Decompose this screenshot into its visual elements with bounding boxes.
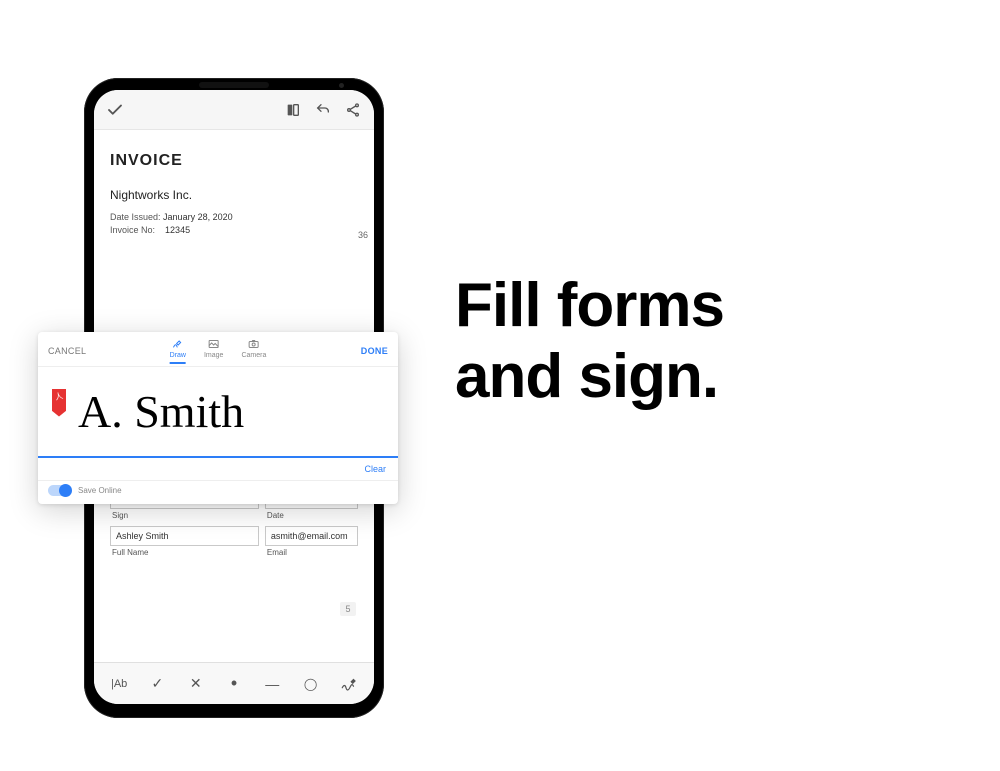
text-tool[interactable]: |Ab: [107, 672, 131, 696]
done-checkmark-icon[interactable]: [104, 99, 126, 121]
headline-line-2: and sign.: [455, 341, 724, 412]
company-name: Nightworks Inc.: [110, 188, 358, 202]
tab-camera[interactable]: Camera: [241, 338, 266, 364]
phone-notch: [199, 82, 269, 88]
share-icon[interactable]: [342, 99, 364, 121]
fullname-label: Full Name: [110, 548, 259, 557]
phone-camera-dot: [339, 83, 344, 88]
invoice-no-value: 12345: [165, 225, 190, 235]
bottom-toolbar: |Ab ✓ ✕ • — ◯: [94, 662, 374, 704]
tab-draw[interactable]: Draw: [170, 338, 186, 364]
date-label: Date: [265, 511, 358, 520]
tab-image[interactable]: Image: [204, 338, 223, 364]
email-field[interactable]: asmith@email.com: [265, 526, 358, 546]
invoice-no-line: Invoice No: 12345: [110, 225, 358, 235]
date-issued-line: Date Issued: January 28, 2020: [110, 212, 358, 222]
headline-line-1: Fill forms: [455, 270, 724, 341]
clear-button[interactable]: Clear: [364, 464, 386, 474]
signature-panel: CANCEL Draw Image Camera DONE 人 A. Smith…: [38, 332, 398, 504]
signature-panel-bar: CANCEL Draw Image Camera DONE: [38, 332, 398, 366]
check-tool[interactable]: ✓: [145, 672, 169, 696]
signature-tabs: Draw Image Camera: [170, 338, 267, 364]
done-button[interactable]: DONE: [361, 346, 388, 356]
page-indicator: 5: [340, 602, 356, 616]
signature-canvas[interactable]: 人 A. Smith: [38, 366, 398, 458]
save-online-toggle[interactable]: [48, 485, 70, 496]
email-label: Email: [265, 548, 358, 557]
edge-number: 36: [358, 230, 368, 240]
dash-tool[interactable]: —: [260, 672, 284, 696]
dot-tool[interactable]: •: [222, 672, 246, 696]
tab-image-label: Image: [204, 352, 223, 359]
date-issued-value: January 28, 2020: [163, 212, 233, 222]
x-tool[interactable]: ✕: [184, 672, 208, 696]
signature-stroke: A. Smith: [78, 385, 244, 438]
marketing-headline: Fill forms and sign.: [455, 270, 724, 413]
adobe-flag-icon: 人: [50, 389, 68, 435]
document-title: INVOICE: [110, 152, 358, 170]
circle-tool[interactable]: ◯: [299, 672, 323, 696]
cancel-button[interactable]: CANCEL: [48, 346, 86, 356]
invoice-no-label: Invoice No:: [110, 225, 155, 235]
date-issued-label: Date Issued:: [110, 212, 161, 222]
sign-label: Sign: [110, 511, 259, 520]
undo-icon[interactable]: [312, 99, 334, 121]
app-bar: [94, 90, 374, 130]
save-online-label: Save Online: [78, 486, 122, 495]
fullname-field[interactable]: Ashley Smith: [110, 526, 259, 546]
panel-toggle-icon[interactable]: [282, 99, 304, 121]
signature-tool-icon[interactable]: [337, 672, 361, 696]
tab-camera-label: Camera: [241, 352, 266, 359]
save-online-row: Save Online: [38, 480, 398, 504]
tab-draw-label: Draw: [170, 352, 186, 359]
